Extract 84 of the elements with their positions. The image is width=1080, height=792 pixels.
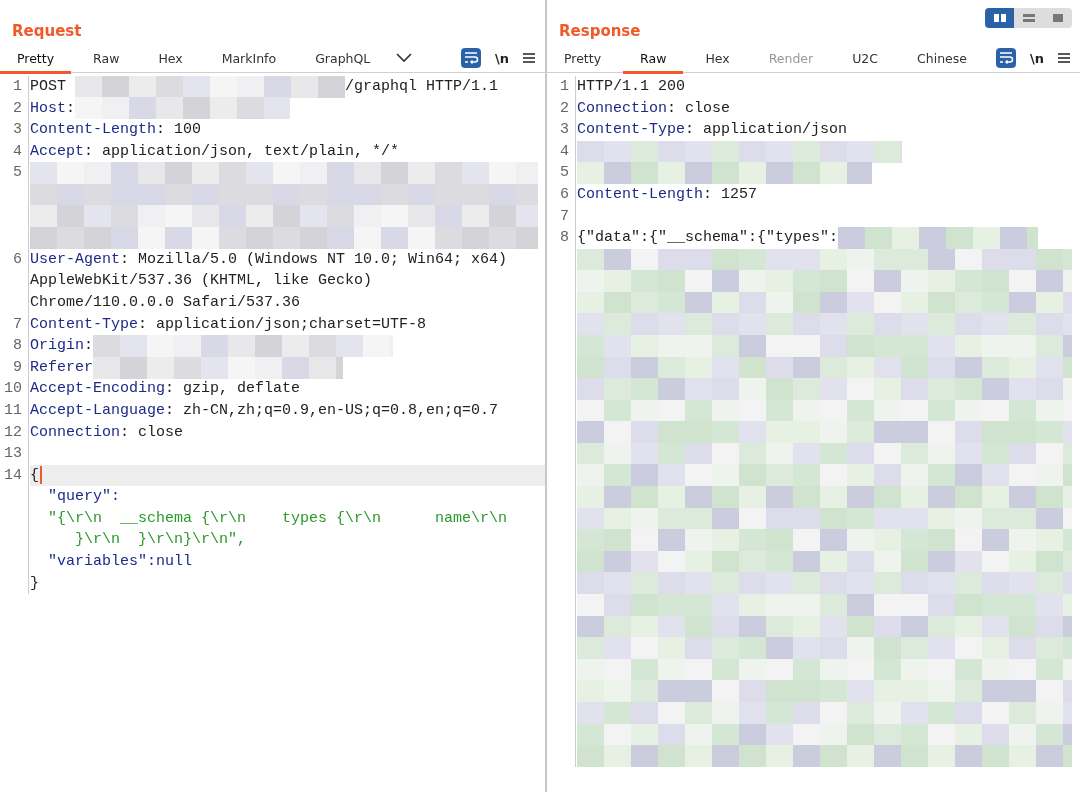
line-number: 3 — [0, 119, 29, 141]
rows-layout-button[interactable] — [1014, 8, 1043, 28]
code-text: : application/json — [685, 120, 848, 141]
code-text: : — [66, 98, 76, 119]
line-number: 12 — [0, 421, 29, 444]
tab[interactable]: Pretty — [0, 45, 72, 74]
line-number: 7 — [0, 313, 29, 336]
tab[interactable]: Hex — [141, 45, 200, 74]
header-name: Accept-Encoding — [30, 379, 166, 400]
line-number: 10 — [0, 378, 29, 400]
code-text: : zh-CN,zh;q=0.9,en-US;q=0.8,en;q=0.7 — [165, 400, 499, 421]
header-name: Content-Length — [30, 120, 157, 141]
tab[interactable]: Pretty — [547, 45, 619, 74]
line-number: 11 — [0, 399, 29, 422]
header-name: User-Agent — [30, 249, 120, 270]
line-number: 4 — [547, 140, 576, 163]
code-text: : close — [667, 98, 731, 119]
code-text: : 100 — [156, 120, 202, 141]
line-number: 2 — [0, 97, 29, 120]
code-text: : Mozilla/5.0 (Windows NT 10.0; Win64; x64) — [120, 249, 508, 270]
line-number: 8 — [0, 335, 29, 357]
line-number: 1 — [0, 76, 29, 98]
code-text: : application/json, text/plain, */* — [84, 141, 400, 162]
word-wrap-icon[interactable] — [461, 48, 481, 68]
single-layout-button[interactable] — [1043, 8, 1072, 28]
newline-toggle[interactable]: \n — [495, 50, 509, 66]
code-text: } — [30, 573, 39, 594]
code-text: HTTP/1.1 200 — [577, 77, 686, 97]
header-name: Content-Type — [577, 120, 686, 141]
line-number: 2 — [547, 97, 576, 120]
code-text: AppleWebKit/537.36 (KHTML, like Gecko) — [30, 271, 373, 292]
code-text: Chrome/110.0.0.0 Safari/537.36 — [30, 292, 301, 313]
line-number: 6 — [0, 248, 29, 314]
line-number: 5 — [547, 162, 576, 184]
newline-toggle[interactable]: \n — [1030, 50, 1044, 66]
header-name: Origin — [30, 336, 84, 357]
header-name: Host — [30, 98, 66, 119]
header-name: "variables":null — [47, 552, 193, 573]
line-number: 3 — [547, 119, 576, 141]
code-text: /graphql HTTP/1.1 — [345, 77, 499, 97]
header-name: Referer — [30, 357, 93, 378]
line-number: 13 — [0, 443, 29, 465]
code-text: : close — [120, 422, 184, 443]
line-number: 14 — [0, 464, 29, 595]
json-string: }\r\n }\r\n}\r\n", — [74, 530, 247, 551]
header-name: Connection — [577, 98, 667, 119]
header-name: Content-Length — [577, 184, 704, 205]
tab[interactable]: MarkInfo — [204, 45, 294, 74]
tab[interactable]: Raw — [623, 45, 684, 74]
code-text: : application/json;charset=UTF-8 — [138, 314, 427, 335]
caret-icon[interactable] — [396, 53, 413, 63]
tab[interactable]: GraphQL — [298, 45, 388, 74]
word-wrap-icon[interactable] — [996, 48, 1016, 68]
code-text: POST — [30, 77, 67, 97]
header-name: Accept — [30, 141, 84, 162]
code-text: : gzip, deflate — [165, 379, 301, 400]
line-number: 8 — [547, 227, 576, 767]
line-number: 6 — [547, 183, 576, 206]
tab[interactable]: Hex — [688, 45, 747, 74]
columns-layout-button[interactable] — [985, 8, 1014, 28]
line-number: 4 — [0, 140, 29, 163]
line-number: 5 — [0, 162, 29, 249]
rows-layout-icon — [1020, 12, 1037, 24]
code-text: {"data":{"__schema":{"types": — [577, 228, 839, 249]
tab[interactable]: U2C — [835, 45, 895, 74]
code-text: : — [84, 336, 94, 357]
header-name: "query": — [47, 487, 120, 508]
code-text: : 1257 — [703, 184, 758, 205]
columns-layout-icon — [991, 12, 1008, 24]
menu-icon[interactable] — [523, 52, 535, 64]
header-name: Content-Type — [30, 314, 139, 335]
pane-title: Request — [11, 21, 82, 42]
line-number: 9 — [0, 356, 29, 379]
pane-title: Response — [558, 21, 641, 42]
line-number: 7 — [547, 205, 576, 228]
menu-icon[interactable] — [1058, 52, 1070, 64]
json-string: "{\r\n __schema {\r\n types {\r\n name\r\n — [47, 508, 508, 529]
tab[interactable]: Chinese — [900, 45, 984, 74]
text-cursor — [40, 466, 42, 485]
code-text: { — [30, 465, 39, 486]
header-name: Accept-Language — [30, 400, 166, 421]
header-name: Connection — [30, 422, 120, 443]
line-number: 1 — [547, 76, 576, 98]
tab[interactable]: Raw — [76, 45, 137, 74]
